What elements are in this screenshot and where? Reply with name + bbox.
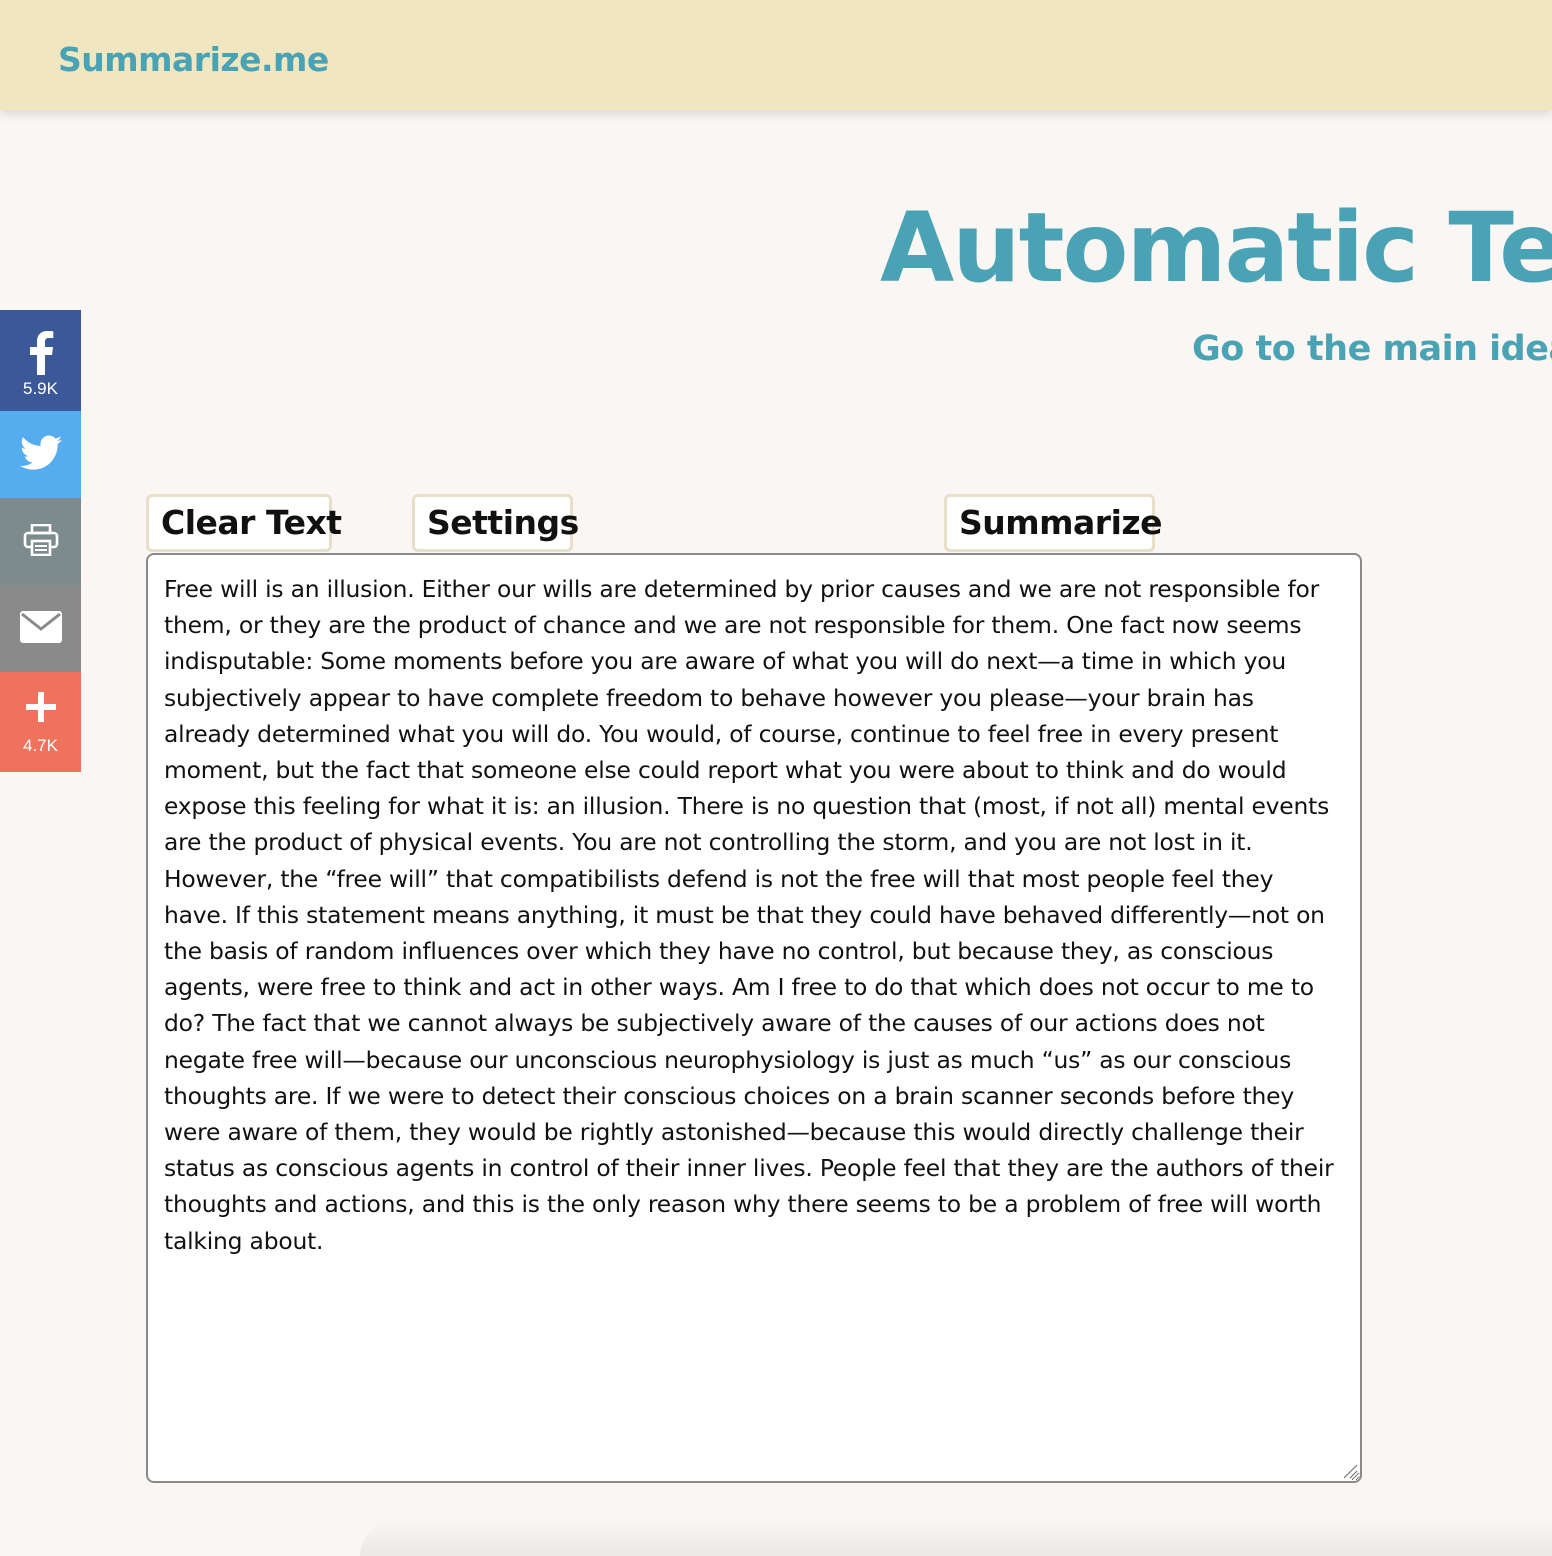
brand-logo-link[interactable]: Summarize.me bbox=[58, 38, 329, 82]
page: Summarize.me Automatic Text Go to the ma… bbox=[0, 0, 1552, 1556]
share-facebook-button[interactable]: 5.9K bbox=[0, 310, 81, 411]
facebook-share-count: 5.9K bbox=[23, 378, 58, 398]
plus-icon bbox=[25, 692, 56, 726]
print-icon bbox=[23, 523, 59, 560]
more-share-count: 4.7K bbox=[23, 736, 58, 755]
share-email-button[interactable] bbox=[0, 585, 81, 672]
share-print-button[interactable] bbox=[0, 498, 81, 585]
twitter-icon bbox=[19, 435, 62, 475]
page-title: Automatic Text bbox=[880, 192, 1552, 304]
page-subtitle: Go to the main ideas i bbox=[1192, 329, 1552, 369]
top-navbar: Summarize.me bbox=[0, 0, 1552, 110]
social-share-bar: 5.9K 4.7K bbox=[0, 310, 81, 772]
summarize-button[interactable]: Summarize bbox=[944, 494, 1162, 552]
share-more-button[interactable]: 4.7K bbox=[0, 672, 81, 772]
clear-text-button[interactable]: Clear Text bbox=[146, 494, 342, 552]
textarea-resize-handle[interactable] bbox=[1342, 1463, 1358, 1479]
share-twitter-button[interactable] bbox=[0, 411, 81, 498]
email-icon bbox=[19, 610, 62, 647]
source-text-input[interactable]: Free will is an illusion. Either our wil… bbox=[146, 553, 1362, 1483]
facebook-icon bbox=[27, 330, 55, 379]
footer-edge bbox=[360, 1520, 1552, 1556]
settings-button[interactable]: Settings bbox=[412, 494, 579, 552]
